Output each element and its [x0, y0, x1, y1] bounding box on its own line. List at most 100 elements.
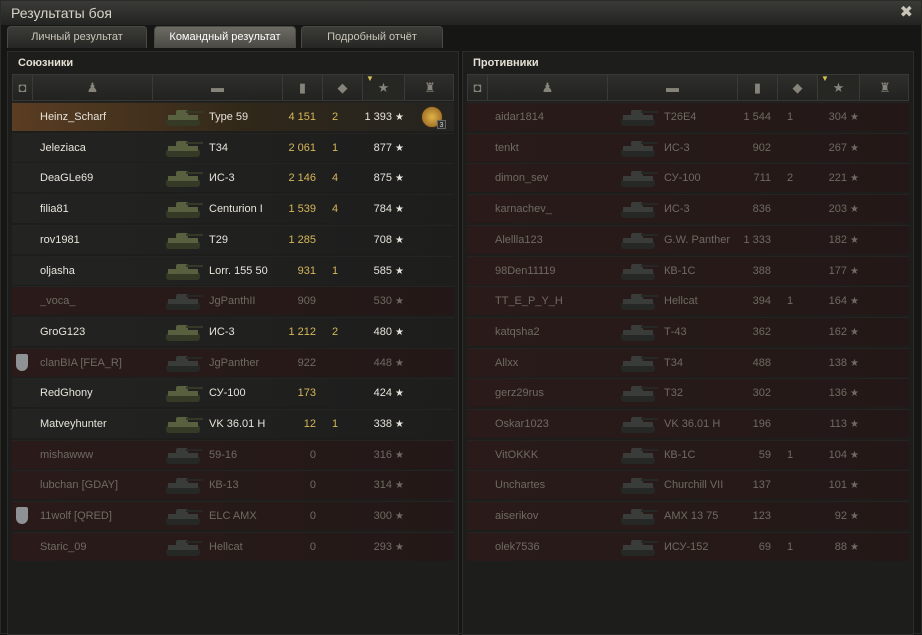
- star-icon: ★: [395, 234, 404, 246]
- player-row[interactable]: mishawww 59-16 0 316 ★: [12, 439, 454, 470]
- tank-name: СУ-100: [664, 172, 701, 185]
- clan-badge-icon[interactable]: ◘: [468, 75, 488, 100]
- player-row[interactable]: Heinz_Scharf Type 59 4 151 2 1 393 ★ 3: [12, 102, 454, 131]
- player-row[interactable]: Staric_09 Hellcat 0 293 ★: [12, 531, 454, 561]
- medal-icon[interactable]: ♜: [405, 75, 455, 100]
- player-row[interactable]: katqsha2 Т-43 362 162 ★: [467, 316, 909, 346]
- xp-star-icon[interactable]: ★ ▼: [818, 74, 860, 100]
- damage-value: 388: [752, 264, 771, 277]
- xp-cell: 480 ★: [352, 318, 404, 347]
- player-name: rov1981: [40, 233, 80, 246]
- damage-value: 1 212: [288, 325, 316, 338]
- damage-value: 362: [752, 325, 771, 338]
- kills-value: [328, 226, 342, 255]
- tab-detailed[interactable]: Подробный отчёт: [301, 26, 443, 48]
- kills-value: [783, 379, 797, 408]
- player-row[interactable]: filia81 Centurion I 1 539 4 784 ★: [12, 194, 454, 224]
- xp-cell: 316 ★: [352, 441, 404, 470]
- player-row[interactable]: dimon_sev СУ-100 711 2 221 ★: [467, 163, 909, 193]
- player-name: aidar1814: [495, 111, 544, 123]
- player-row[interactable]: Jeleziaca Т34 2 061 1 877 ★: [12, 132, 454, 163]
- player-row[interactable]: GroG123 ИС-3 1 212 2 480 ★: [12, 316, 454, 347]
- xp-value: 203: [828, 203, 848, 216]
- player-row[interactable]: VitOKKK КВ-1С 59 1 104 ★: [467, 439, 909, 469]
- player-row[interactable]: Allxx Т34 488 138 ★: [467, 347, 909, 377]
- xp-cell: 877 ★: [352, 134, 404, 163]
- player-row[interactable]: clanBIA [FEA_R] JgPanther 922 448 ★: [12, 347, 454, 377]
- tank-name: ИС-3: [209, 325, 235, 338]
- player-row[interactable]: TT_E_P_Y_H Hellcat 394 1 164 ★: [467, 286, 909, 316]
- medal-count: 3: [437, 120, 446, 129]
- player-row[interactable]: Matveyhunter VK 36.01 H 12 1 338 ★: [12, 409, 454, 438]
- tank-icon[interactable]: ▬: [608, 75, 738, 100]
- player-row[interactable]: Oskar1023 VK 36.01 H 196 113 ★: [467, 409, 909, 438]
- star-icon: ★: [850, 480, 859, 492]
- player-name: Heinz_Scharf: [40, 111, 107, 123]
- player-row[interactable]: 11wolf [QRED] ELC AMX 0 300 ★: [12, 501, 454, 531]
- kills-value: 1: [786, 111, 794, 123]
- player-row[interactable]: tenkt ИС-3 902 267 ★: [467, 132, 909, 163]
- tab-personal[interactable]: Личный результат: [7, 26, 147, 48]
- player-name: Oskar1023: [495, 418, 549, 430]
- xp-value: 101: [828, 479, 848, 492]
- damage-value: 931: [297, 264, 316, 277]
- medal-icon[interactable]: ♜: [860, 75, 910, 100]
- kills-value: 2: [331, 111, 339, 123]
- medal-icon[interactable]: 3: [421, 106, 446, 129]
- player-row[interactable]: gerz29rus T32 302 136 ★: [467, 378, 909, 408]
- star-icon: ★: [850, 265, 859, 277]
- xp-cell: 92 ★: [807, 502, 859, 531]
- close-icon[interactable]: ✖: [900, 2, 913, 22]
- clan-badge-icon-glyph: ◘: [473, 80, 482, 95]
- player-row[interactable]: RedGhony СУ-100 173 424 ★: [12, 378, 454, 408]
- damage-value: 711: [753, 172, 771, 185]
- star-icon: ★: [850, 541, 859, 553]
- tank-icon[interactable]: ▬: [153, 75, 283, 100]
- xp-star-icon[interactable]: ★ ▼: [363, 74, 405, 100]
- tank-icon: [617, 166, 659, 191]
- title-bar: Результаты боя ✖: [1, 1, 921, 25]
- player-name: Jeleziaca: [40, 141, 86, 154]
- xp-value: 424: [373, 387, 393, 400]
- xp-cell: 708 ★: [352, 226, 404, 255]
- player-row[interactable]: aiserikov AMX 13 75 123 92 ★: [467, 501, 909, 531]
- player-icon[interactable]: ♟: [488, 75, 608, 100]
- kills-icon-glyph: ◆: [792, 79, 803, 95]
- tab-team[interactable]: Командный результат: [154, 26, 296, 48]
- player-name: aiserikov: [495, 510, 539, 523]
- player-icon-glyph: ♟: [86, 79, 99, 95]
- tank-icon: [162, 443, 204, 468]
- player-row[interactable]: karnachev_ ИС-3 836 203 ★: [467, 194, 909, 224]
- damage-icon[interactable]: ▮: [283, 75, 323, 100]
- player-row[interactable]: Alellla123 G.W. Panther 1 333 182 ★: [467, 224, 909, 254]
- tank-name: Churchill VII: [664, 479, 724, 492]
- player-row[interactable]: rov1981 T29 1 285 708 ★: [12, 224, 454, 255]
- player-name: oljasha: [40, 264, 75, 277]
- xp-value: 162: [828, 325, 848, 338]
- tank-icon-glyph: ▬: [666, 80, 679, 95]
- kills-icon[interactable]: ◆: [323, 75, 363, 100]
- xp-cell: 267 ★: [807, 134, 859, 163]
- xp-value: 300: [373, 510, 393, 523]
- player-row[interactable]: Unchartes Churchill VII 137 101 ★: [467, 470, 909, 500]
- player-row[interactable]: 98Den11119 КВ-1С 388 177 ★: [467, 255, 909, 285]
- damage-icon[interactable]: ▮: [738, 75, 778, 100]
- player-row[interactable]: aidar1814 T26E4 1 544 1 304 ★: [467, 102, 909, 131]
- xp-value: 138: [828, 356, 848, 369]
- player-row[interactable]: oljasha Lorr. 155 50 931 1 585 ★: [12, 255, 454, 285]
- kills-icon[interactable]: ◆: [778, 75, 818, 100]
- damage-value: 0: [309, 510, 316, 523]
- clan-badge-icon[interactable]: ◘: [13, 75, 33, 100]
- damage-value: 302: [752, 387, 771, 400]
- damage-value: 0: [309, 479, 316, 492]
- player-row[interactable]: olek7536 ИСУ-152 69 1 88 ★: [467, 531, 909, 561]
- player-row[interactable]: DeaGLe69 ИС-3 2 146 4 875 ★: [12, 163, 454, 193]
- player-icon[interactable]: ♟: [33, 75, 153, 100]
- tank-icon: [162, 473, 204, 498]
- xp-value: 877: [373, 141, 393, 154]
- tank-icon: [617, 504, 659, 529]
- star-icon: ★: [395, 449, 404, 461]
- player-row[interactable]: lubchan [GDAY] КВ-13 0 314 ★: [12, 470, 454, 500]
- tank-icon: [617, 136, 659, 161]
- player-row[interactable]: _voca_ JgPanthII 909 530 ★: [12, 286, 454, 316]
